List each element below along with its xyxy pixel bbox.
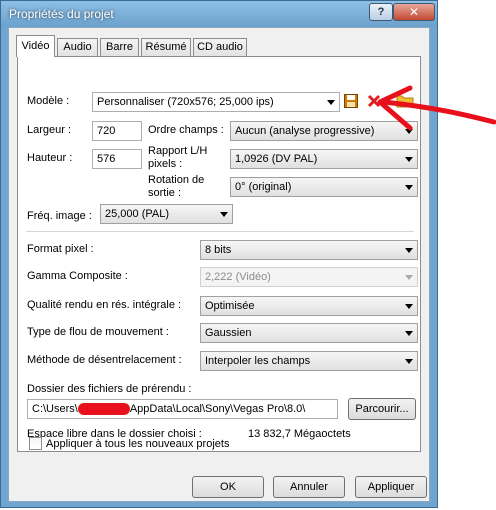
- pixel-format-select[interactable]: 8 bits: [200, 240, 418, 260]
- prerender-folder-input[interactable]: C:\Users\ AppData\Local\Sony\Vegas Pro\8.…: [27, 399, 338, 419]
- apply-all-label: Appliquer à tous les nouveaux projets: [46, 438, 230, 450]
- rotation-select[interactable]: 0° (original): [230, 177, 418, 197]
- motion-blur-select[interactable]: Gaussien: [200, 323, 418, 343]
- dialog-client-area: Vidéo Audio Barre Résumé CD audio Modèle…: [8, 27, 430, 502]
- height-input[interactable]: 576: [92, 149, 142, 169]
- height-label: Hauteur :: [27, 152, 73, 164]
- rotation-label-line2: sortie :: [148, 187, 182, 199]
- chevron-down-icon: [405, 304, 413, 309]
- pixel-ratio-label-line2: pixels :: [148, 158, 183, 170]
- pixel-format-label: Format pixel :: [27, 243, 94, 255]
- prerender-folder-label: Dossier des fichiers de prérendu :: [27, 383, 192, 395]
- close-button[interactable]: ✕: [393, 3, 435, 21]
- model-label: Modèle :: [27, 95, 70, 107]
- chevron-down-icon: [405, 157, 413, 162]
- tab-video[interactable]: Vidéo: [16, 35, 55, 57]
- apply-button[interactable]: Appliquer: [355, 476, 427, 498]
- project-properties-dialog: Propriétés du projet ? ✕ Vidéo Audio Bar…: [0, 0, 438, 508]
- video-tab-panel: Modèle : Personnaliser (720x576; 25,000 …: [17, 56, 421, 452]
- deinterlace-label: Méthode de désentrelacement :: [27, 354, 182, 366]
- chevron-down-icon: [405, 185, 413, 190]
- gamma-label: Gamma Composite :: [27, 270, 128, 282]
- redaction-mark: [77, 403, 130, 416]
- motion-blur-label: Type de flou de mouvement :: [27, 326, 169, 338]
- help-icon: ?: [377, 6, 385, 18]
- browse-button[interactable]: Parcourir...: [348, 398, 416, 420]
- chevron-down-icon: [327, 100, 335, 105]
- free-space-value: 13 832,7 Mégaoctets: [248, 428, 351, 440]
- help-button[interactable]: ?: [369, 3, 393, 21]
- window-title: Propriétés du projet: [9, 7, 114, 21]
- title-bar[interactable]: Propriétés du projet ? ✕: [1, 1, 437, 27]
- chevron-down-icon: [220, 212, 228, 217]
- chevron-down-icon: [405, 248, 413, 253]
- pixel-ratio-label-line1: Rapport L/H: [148, 145, 208, 157]
- frame-rate-select[interactable]: 25,000 (PAL): [100, 204, 233, 224]
- render-quality-label: Qualité rendu en rés. intégrale :: [27, 299, 182, 311]
- annotation-arrow: [377, 85, 496, 131]
- model-select[interactable]: Personnaliser (720x576; 25,000 ips): [92, 92, 340, 112]
- ok-button[interactable]: OK: [192, 476, 264, 498]
- field-order-label: Ordre champs :: [148, 124, 224, 136]
- tab-barre[interactable]: Barre: [100, 38, 139, 56]
- tab-resume[interactable]: Résumé: [141, 38, 191, 56]
- frame-rate-label: Fréq. image :: [27, 210, 92, 222]
- chevron-down-icon: [405, 359, 413, 364]
- pixel-ratio-select[interactable]: 1,0926 (DV PAL): [230, 149, 418, 169]
- gamma-select: 2,222 (Vidéo): [200, 267, 418, 287]
- rotation-label-line1: Rotation de: [148, 174, 205, 186]
- tab-cd-audio[interactable]: CD audio: [193, 38, 247, 56]
- render-quality-select[interactable]: Optimisée: [200, 296, 418, 316]
- cancel-button[interactable]: Annuler: [273, 476, 345, 498]
- width-input[interactable]: 720: [92, 121, 142, 141]
- tab-audio[interactable]: Audio: [57, 38, 98, 56]
- close-icon: ✕: [408, 5, 420, 19]
- chevron-down-icon: [405, 275, 413, 280]
- apply-all-checkbox[interactable]: [29, 437, 42, 450]
- save-icon[interactable]: [344, 94, 358, 108]
- width-label: Largeur :: [27, 124, 72, 136]
- separator: [26, 231, 414, 232]
- deinterlace-select[interactable]: Interpoler les champs: [200, 351, 418, 371]
- chevron-down-icon: [405, 331, 413, 336]
